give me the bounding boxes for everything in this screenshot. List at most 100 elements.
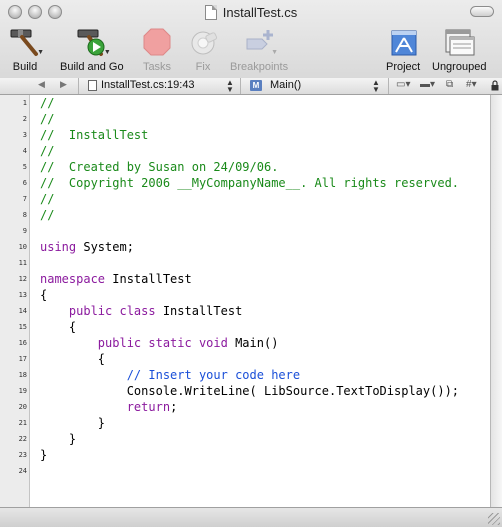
code-text: InstallTest — [105, 272, 192, 286]
line-number: 14 — [18, 307, 27, 315]
line-number: 9 — [22, 227, 27, 235]
tasks-label: Tasks — [142, 61, 172, 73]
code-comment: // — [40, 112, 55, 126]
code-keyword: using — [40, 240, 77, 254]
line-number: 10 — [18, 243, 27, 251]
vertical-scrollbar[interactable] — [490, 95, 502, 507]
back-arrow-icon[interactable]: ◀ — [38, 79, 45, 90]
function-name: Main() — [270, 79, 302, 91]
ungrouped-icon — [442, 26, 476, 58]
method-badge-icon: M — [250, 79, 262, 91]
title-bar[interactable]: InstallTest.cs — [0, 0, 502, 24]
forward-arrow-icon[interactable]: ▶ — [60, 79, 67, 90]
code-text: } — [40, 432, 77, 446]
resize-grip-icon[interactable] — [488, 513, 500, 525]
line-number: 11 — [18, 259, 27, 267]
code-line[interactable]: // — [40, 207, 54, 223]
file-history-popup[interactable]: InstallTest.cs:19:43 — [88, 79, 195, 91]
hash-label: # — [466, 79, 472, 90]
ungrouped-button[interactable]: Ungrouped — [432, 26, 486, 73]
function-popup-arrows-icon[interactable]: ▲ ▼ — [372, 79, 380, 94]
line-number-gutter: 1 2 3 4 5 6 7 8 9 10 11 12 13 14 15 16 17 18 19 20 21 22 23 24 — [0, 95, 30, 507]
lock-icon[interactable] — [491, 80, 499, 91]
code-line[interactable]: } — [40, 415, 105, 431]
code-line[interactable]: { — [40, 319, 76, 335]
code-line[interactable]: return; — [40, 399, 178, 415]
line-number: 5 — [22, 163, 27, 171]
code-text: Main() — [227, 336, 279, 350]
counterpart-icon[interactable]: ⧉ — [446, 79, 453, 90]
code-text: { — [40, 352, 106, 366]
includes-menu[interactable]: #▾ — [466, 79, 477, 90]
code-comment: // Created by Susan on 24/09/06. — [40, 160, 279, 174]
file-popup-arrows-icon[interactable]: ▲ ▼ — [226, 79, 234, 94]
file-icon — [88, 79, 97, 91]
code-text: { — [40, 288, 48, 302]
code-line[interactable]: // — [40, 95, 54, 111]
project-label: Project — [386, 61, 421, 73]
code-text: } — [40, 416, 106, 430]
toolbar: ▼ Build ▼ Build and Go Tasks Fix ▼ Break… — [0, 24, 502, 78]
bookmarks-icon[interactable]: ▭▾ — [396, 79, 410, 90]
ungrouped-label: Ungrouped — [432, 61, 487, 73]
build-and-go-button[interactable]: ▼ Build and Go — [60, 26, 124, 73]
line-number: 4 — [22, 147, 27, 155]
code-comment: // Copyright 2006 __MyCompanyName__. All… — [40, 176, 460, 190]
code-line[interactable]: // — [40, 191, 54, 207]
tasks-button[interactable]: Tasks — [140, 26, 174, 73]
nav-divider — [240, 78, 241, 94]
hammer-icon: ▼ — [8, 26, 44, 58]
build-button[interactable]: ▼ Build — [8, 26, 44, 73]
code-keyword: public class — [68, 304, 156, 318]
breakpoints-menu-icon[interactable]: ▬▾ — [420, 79, 435, 90]
code-line[interactable]: // InstallTest — [40, 127, 148, 143]
line-number: 6 — [22, 179, 27, 187]
code-line[interactable]: { — [40, 351, 105, 367]
breakpoints-button[interactable]: ▼ Breakpoints — [230, 26, 288, 73]
navigation-bar: ◀ ▶ InstallTest.cs:19:43 ▲ ▼ M Main() ▲ ▼ … — [0, 78, 502, 95]
code-line[interactable]: // Created by Susan on 24/09/06. — [40, 159, 278, 175]
bandage-icon — [186, 26, 220, 58]
build-label: Build — [12, 61, 38, 73]
code-line[interactable]: using System; — [40, 239, 134, 255]
line-number: 17 — [18, 355, 27, 363]
code-line[interactable]: namespace InstallTest — [40, 271, 192, 287]
code-comment: // — [40, 96, 55, 110]
code-comment: // — [40, 144, 55, 158]
line-number: 24 — [18, 467, 27, 475]
code-comment: // Insert your code here — [126, 368, 301, 382]
code-line[interactable]: // — [40, 143, 54, 159]
line-number: 8 — [22, 211, 27, 219]
code-line[interactable]: // Copyright 2006 __MyCompanyName__. All… — [40, 175, 459, 191]
code-line[interactable]: // — [40, 111, 54, 127]
project-button[interactable]: Project — [386, 26, 420, 73]
window-chrome: InstallTest.cs ▼ Build ▼ Build and Go Ta… — [0, 0, 502, 80]
code-line[interactable]: } — [40, 447, 47, 463]
code-line[interactable]: Console.WriteLine( LibSource.TextToDispl… — [40, 383, 459, 399]
build-and-go-label: Build and Go — [60, 61, 124, 73]
toolbar-toggle-button[interactable] — [470, 6, 494, 17]
line-number: 13 — [18, 291, 27, 299]
breakpoint-plus-icon: ▼ — [242, 26, 278, 58]
code-line[interactable]: public static void Main() — [40, 335, 279, 351]
code-text: InstallTest — [155, 304, 243, 318]
document-icon[interactable] — [204, 4, 217, 20]
code-keyword: namespace — [40, 272, 106, 286]
code-editor[interactable]: 1 2 3 4 5 6 7 8 9 10 11 12 13 14 15 16 17 18 19 20 21 22 23 24 … — [0, 95, 490, 507]
line-number: 12 — [18, 275, 27, 283]
hammer-play-icon: ▼ — [75, 26, 111, 58]
code-comment: // — [40, 208, 55, 222]
nav-divider — [78, 78, 79, 94]
fix-button[interactable]: Fix — [186, 26, 220, 73]
code-line[interactable]: { — [40, 287, 47, 303]
code-line[interactable]: // Insert your code here — [40, 367, 300, 383]
code-line[interactable]: } — [40, 431, 76, 447]
code-text: } — [40, 448, 48, 462]
code-line[interactable]: public class InstallTest — [40, 303, 242, 319]
line-number: 7 — [22, 195, 27, 203]
code-comment: // InstallTest — [40, 128, 149, 142]
function-popup[interactable]: M Main() — [250, 79, 301, 91]
